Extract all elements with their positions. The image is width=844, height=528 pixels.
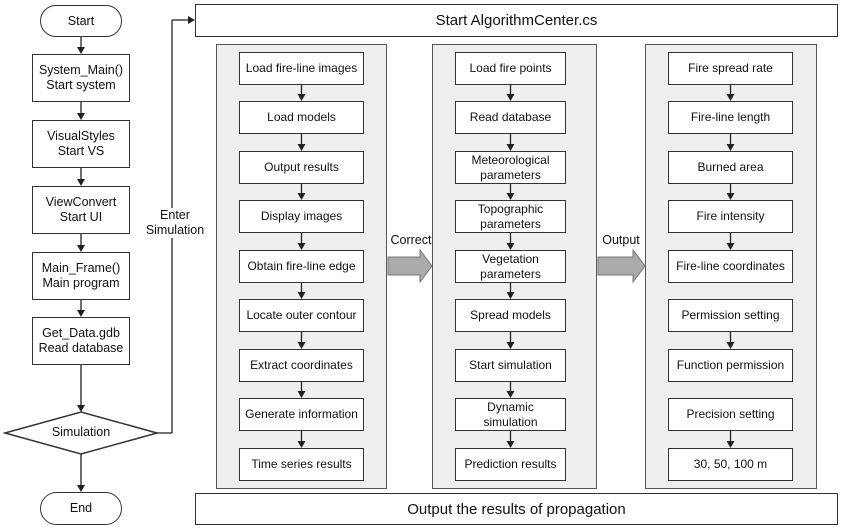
arrow-head-icon xyxy=(506,144,515,151)
arrow-head-icon xyxy=(506,243,515,250)
correct-block-arrow-icon xyxy=(387,248,433,284)
arrow-head-icon xyxy=(297,292,306,299)
arrow-head-icon xyxy=(726,94,735,101)
flowchart: Start System_Main() Start system VisualSt… xyxy=(0,0,844,528)
output-block-arrow-icon xyxy=(597,248,646,284)
arrow-head-icon xyxy=(506,94,515,101)
arrow-head-icon xyxy=(726,144,735,151)
arrow-head-icon xyxy=(297,342,306,349)
arrow-head-icon xyxy=(297,243,306,250)
arrow-head-icon xyxy=(297,441,306,448)
arrow-head-icon xyxy=(297,94,306,101)
arrow-head-icon xyxy=(726,243,735,250)
arrow-head-icon xyxy=(506,391,515,398)
arrow-head-icon xyxy=(297,144,306,151)
panel-arrows xyxy=(297,85,735,448)
arrow-head-icon xyxy=(506,342,515,349)
arrow-head-icon xyxy=(297,391,306,398)
arrow-head-icon xyxy=(506,292,515,299)
arrow-head-icon xyxy=(726,441,735,448)
arrow-head-icon xyxy=(726,193,735,200)
arrow-head-icon xyxy=(726,342,735,349)
arrow-head-icon xyxy=(506,441,515,448)
arrow-head-icon xyxy=(506,193,515,200)
arrow-head-icon xyxy=(297,193,306,200)
